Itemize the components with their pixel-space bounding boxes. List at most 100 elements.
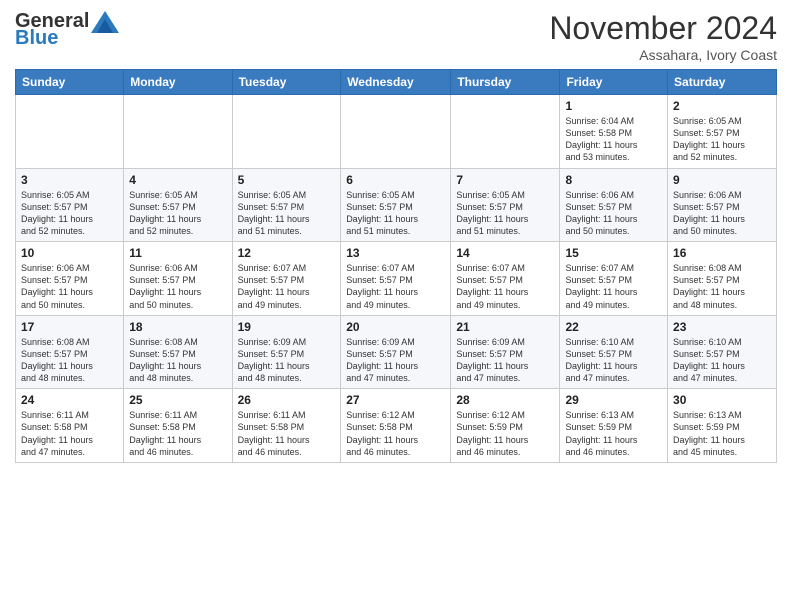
day-number: 14 [456,246,554,260]
calendar-cell: 3 Sunrise: 6:05 AM Sunset: 5:57 PM Daylig… [16,168,124,242]
day-info: Sunrise: 6:09 AM Sunset: 5:57 PM Dayligh… [238,336,336,385]
day-number: 29 [565,393,662,407]
day-info: Sunrise: 6:06 AM Sunset: 5:57 PM Dayligh… [129,262,226,311]
day-info: Sunrise: 6:08 AM Sunset: 5:57 PM Dayligh… [129,336,226,385]
calendar-cell: 30Sunrise: 6:13 AM Sunset: 5:59 PM Dayli… [668,389,777,463]
calendar-cell: 13Sunrise: 6:07 AM Sunset: 5:57 PM Dayli… [341,242,451,316]
calendar-cell: 20 Sunrise: 6:09 AM Sunset: 5:57 PM Dayli… [341,315,451,389]
calendar-cell: 10 Sunrise: 6:06 AM Sunset: 5:57 PM Dayli… [16,242,124,316]
day-number: 12 [238,246,336,260]
header-row: Sunday Monday Tuesday Wednesday Thursday… [16,70,777,95]
day-number: 4 [129,173,226,187]
day-info: Sunrise: 6:06 AM Sunset: 5:57 PM Dayligh… [673,189,771,238]
calendar-cell: 24Sunrise: 6:11 AM Sunset: 5:58 PM Dayli… [16,389,124,463]
calendar-cell: 25 Sunrise: 6:11 AM Sunset: 5:58 PM Dayli… [124,389,232,463]
calendar-week-row: 3 Sunrise: 6:05 AM Sunset: 5:57 PM Daylig… [16,168,777,242]
calendar-cell [232,95,341,169]
day-number: 5 [238,173,336,187]
calendar-cell: 21 Sunrise: 6:09 AM Sunset: 5:57 PM Dayli… [451,315,560,389]
day-info: Sunrise: 6:05 AM Sunset: 5:57 PM Dayligh… [238,189,336,238]
day-number: 23 [673,320,771,334]
calendar-cell: 29 Sunrise: 6:13 AM Sunset: 5:59 PM Dayli… [560,389,668,463]
calendar-week-row: 24Sunrise: 6:11 AM Sunset: 5:58 PM Dayli… [16,389,777,463]
calendar-cell [451,95,560,169]
col-sunday: Sunday [16,70,124,95]
calendar-table: Sunday Monday Tuesday Wednesday Thursday… [15,69,777,463]
day-info: Sunrise: 6:04 AM Sunset: 5:58 PM Dayligh… [565,115,662,164]
calendar-cell: 8 Sunrise: 6:06 AM Sunset: 5:57 PM Daylig… [560,168,668,242]
calendar-cell [341,95,451,169]
calendar-cell: 6Sunrise: 6:05 AM Sunset: 5:57 PM Daylig… [341,168,451,242]
day-number: 22 [565,320,662,334]
calendar-cell: 19 Sunrise: 6:09 AM Sunset: 5:57 PM Dayli… [232,315,341,389]
col-tuesday: Tuesday [232,70,341,95]
col-friday: Friday [560,70,668,95]
calendar-cell: 23 Sunrise: 6:10 AM Sunset: 5:57 PM Dayli… [668,315,777,389]
day-number: 11 [129,246,226,260]
calendar-cell: 11 Sunrise: 6:06 AM Sunset: 5:57 PM Dayli… [124,242,232,316]
day-number: 6 [346,173,445,187]
day-info: Sunrise: 6:05 AM Sunset: 5:57 PM Dayligh… [456,189,554,238]
calendar-cell: 26 Sunrise: 6:11 AM Sunset: 5:58 PM Dayli… [232,389,341,463]
day-info: Sunrise: 6:06 AM Sunset: 5:57 PM Dayligh… [565,189,662,238]
calendar-cell: 4 Sunrise: 6:05 AM Sunset: 5:57 PM Daylig… [124,168,232,242]
location: Assahara, Ivory Coast [549,47,777,63]
day-info: Sunrise: 6:12 AM Sunset: 5:59 PM Dayligh… [456,409,554,458]
day-number: 25 [129,393,226,407]
day-number: 1 [565,99,662,113]
day-info: Sunrise: 6:11 AM Sunset: 5:58 PM Dayligh… [129,409,226,458]
day-number: 17 [21,320,118,334]
calendar-cell: 12 Sunrise: 6:07 AM Sunset: 5:57 PM Dayli… [232,242,341,316]
logo-icon [91,11,119,33]
day-number: 10 [21,246,118,260]
day-number: 27 [346,393,445,407]
calendar-cell: 27 Sunrise: 6:12 AM Sunset: 5:58 PM Dayli… [341,389,451,463]
day-number: 13 [346,246,445,260]
day-info: Sunrise: 6:09 AM Sunset: 5:57 PM Dayligh… [456,336,554,385]
day-number: 26 [238,393,336,407]
day-number: 20 [346,320,445,334]
calendar-cell: 7 Sunrise: 6:05 AM Sunset: 5:57 PM Daylig… [451,168,560,242]
calendar-cell: 17Sunrise: 6:08 AM Sunset: 5:57 PM Dayli… [16,315,124,389]
day-info: Sunrise: 6:11 AM Sunset: 5:58 PM Dayligh… [238,409,336,458]
title-area: November 2024 Assahara, Ivory Coast [549,10,777,63]
calendar-cell: 28Sunrise: 6:12 AM Sunset: 5:59 PM Dayli… [451,389,560,463]
day-info: Sunrise: 6:05 AM Sunset: 5:57 PM Dayligh… [129,189,226,238]
day-info: Sunrise: 6:13 AM Sunset: 5:59 PM Dayligh… [565,409,662,458]
calendar-cell: 14Sunrise: 6:07 AM Sunset: 5:57 PM Dayli… [451,242,560,316]
day-number: 16 [673,246,771,260]
day-info: Sunrise: 6:05 AM Sunset: 5:57 PM Dayligh… [673,115,771,164]
calendar-cell: 22 Sunrise: 6:10 AM Sunset: 5:57 PM Dayli… [560,315,668,389]
day-number: 8 [565,173,662,187]
calendar-week-row: 10 Sunrise: 6:06 AM Sunset: 5:57 PM Dayli… [16,242,777,316]
day-number: 9 [673,173,771,187]
col-saturday: Saturday [668,70,777,95]
calendar-cell: 15 Sunrise: 6:07 AM Sunset: 5:57 PM Dayli… [560,242,668,316]
day-info: Sunrise: 6:07 AM Sunset: 5:57 PM Dayligh… [565,262,662,311]
day-info: Sunrise: 6:10 AM Sunset: 5:57 PM Dayligh… [565,336,662,385]
day-info: Sunrise: 6:09 AM Sunset: 5:57 PM Dayligh… [346,336,445,385]
day-number: 30 [673,393,771,407]
logo-area: General Blue [15,10,119,50]
calendar-cell [124,95,232,169]
day-number: 18 [129,320,226,334]
calendar-cell: 2 Sunrise: 6:05 AM Sunset: 5:57 PM Daylig… [668,95,777,169]
month-title: November 2024 [549,10,777,47]
calendar-page: General Blue November 2024 Assahara, Ivo… [0,0,792,478]
day-info: Sunrise: 6:05 AM Sunset: 5:57 PM Dayligh… [21,189,118,238]
day-info: Sunrise: 6:12 AM Sunset: 5:58 PM Dayligh… [346,409,445,458]
calendar-cell: 5 Sunrise: 6:05 AM Sunset: 5:57 PM Daylig… [232,168,341,242]
day-number: 21 [456,320,554,334]
header: General Blue November 2024 Assahara, Ivo… [15,10,777,63]
day-info: Sunrise: 6:06 AM Sunset: 5:57 PM Dayligh… [21,262,118,311]
day-info: Sunrise: 6:10 AM Sunset: 5:57 PM Dayligh… [673,336,771,385]
day-number: 3 [21,173,118,187]
calendar-cell: 1 Sunrise: 6:04 AM Sunset: 5:58 PM Daylig… [560,95,668,169]
day-number: 15 [565,246,662,260]
day-number: 19 [238,320,336,334]
calendar-cell: 16Sunrise: 6:08 AM Sunset: 5:57 PM Dayli… [668,242,777,316]
day-number: 7 [456,173,554,187]
day-info: Sunrise: 6:07 AM Sunset: 5:57 PM Dayligh… [238,262,336,311]
day-info: Sunrise: 6:11 AM Sunset: 5:58 PM Dayligh… [21,409,118,458]
day-number: 2 [673,99,771,113]
